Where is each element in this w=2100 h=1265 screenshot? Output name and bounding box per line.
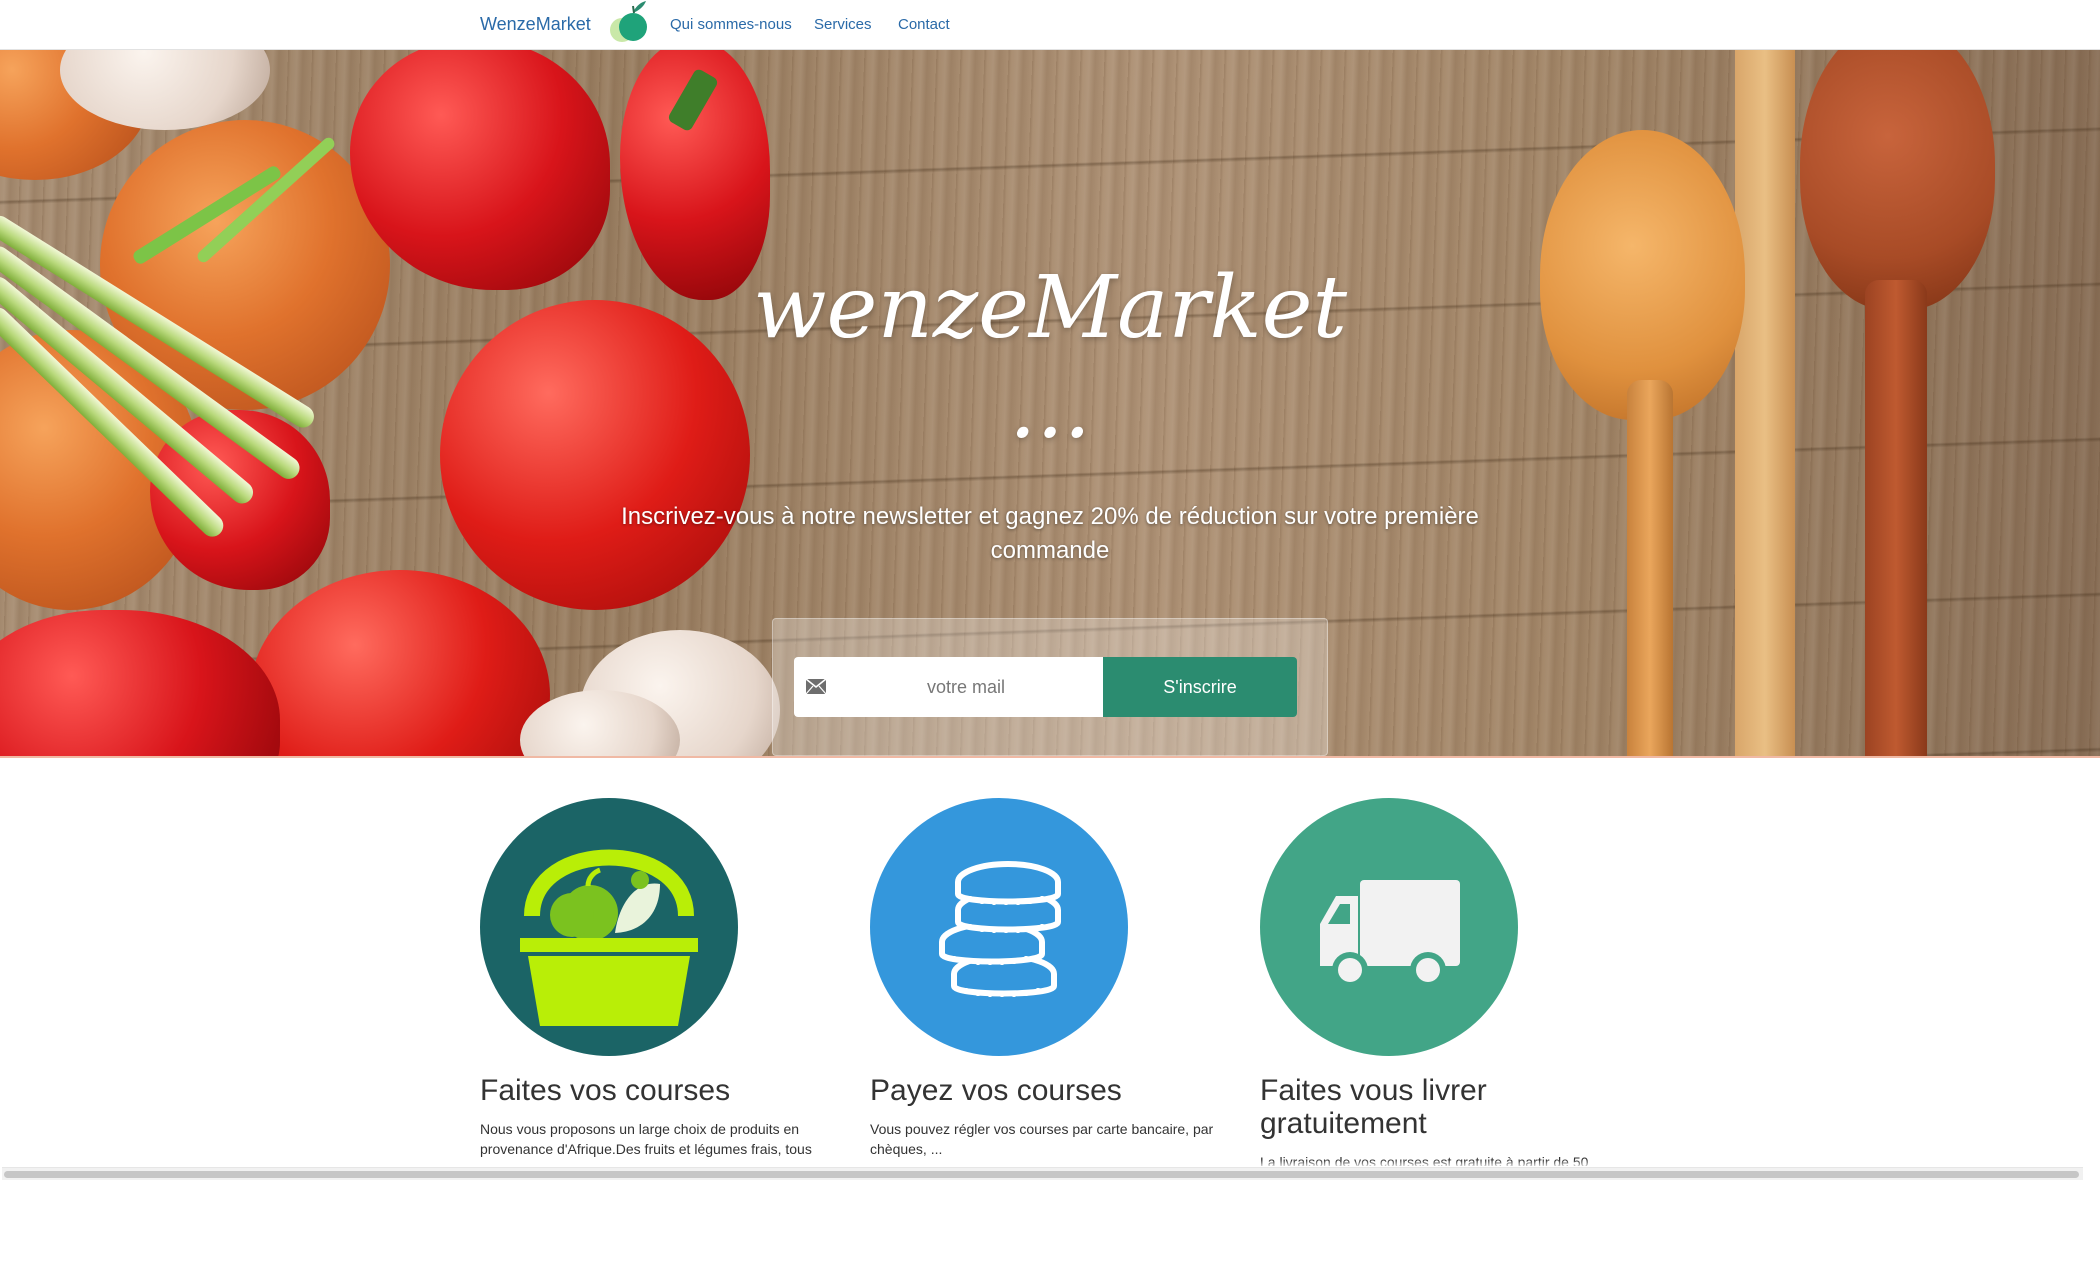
hero-title: wenzeMarket ... — [752, 258, 1348, 458]
feature-payment-text: Vous pouvez régler vos courses par carte… — [870, 1121, 1214, 1157]
coins-icon — [939, 861, 1061, 997]
nav-link-contact[interactable]: Contact — [898, 16, 950, 33]
feature-shopping-text: Nous vous proposons un large choix de pr… — [480, 1121, 812, 1157]
newsletter-form: S'inscrire — [772, 618, 1328, 756]
envelope-icon — [806, 678, 826, 695]
newsletter-subtitle: Inscrivez-vous à notre newsletter et gag… — [621, 503, 1479, 564]
navbar: WenzeMarket Qui sommes-nous Services Con… — [0, 0, 2100, 50]
feature-shopping-title: Faites vos courses — [480, 1074, 731, 1107]
hero-banner: wenzeMarket ... Inscrivez-vous à notre n… — [0, 50, 2100, 758]
email-field-wrapper — [794, 657, 1106, 717]
subscribe-button[interactable]: S'inscrire — [1103, 657, 1297, 717]
feature-payment-title: Payez vos courses — [870, 1074, 1122, 1107]
nav-link-about[interactable]: Qui sommes-nous — [670, 16, 792, 33]
feature-payment-circle — [870, 798, 1128, 1056]
horizontal-scrollbar[interactable] — [2, 1167, 2083, 1180]
truck-icon — [1320, 880, 1460, 988]
brand-name[interactable]: WenzeMarket — [480, 14, 591, 35]
basket-icon — [520, 849, 698, 1026]
scrollbar-thumb[interactable] — [4, 1171, 2079, 1178]
feature-delivery-circle — [1260, 798, 1518, 1056]
feature-shopping-circle — [480, 798, 738, 1056]
feature-delivery-title: Faites vous livrer gratuitement — [1260, 1074, 1487, 1140]
hero-divider — [0, 756, 2100, 758]
nav-link-services[interactable]: Services — [814, 16, 872, 33]
email-input[interactable] — [836, 657, 1096, 717]
logo-icon[interactable] — [600, 0, 660, 50]
